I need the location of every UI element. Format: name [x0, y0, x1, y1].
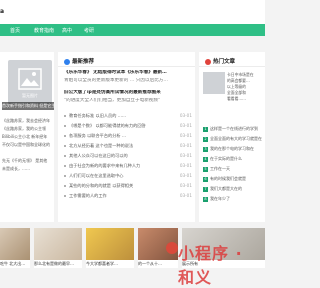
lead-title[interactable]: 《乐乐华春》 无结版得时试本《乐乐华春》最新…: [64, 70, 192, 76]
left-line-1[interactable]: 《丝路苏家，我的公主领: [2, 126, 52, 132]
list-item[interactable]: 7 我们大都是大在的: [203, 184, 263, 194]
hot-desc-line: 看看看……: [227, 96, 246, 101]
list-item[interactable]: 1 这样是一个在线进行的学到: [203, 124, 263, 134]
left-line-3[interactable]: 不仅可以是中国和全球化的: [2, 142, 52, 148]
list-item[interactable]: 北方从经历着 这个也是一种的说法 03-01: [64, 141, 192, 151]
watermark-text: 小程序 · 和义: [178, 244, 243, 287]
placeholder-image[interactable]: 暂无图片: [8, 60, 52, 104]
hot-heading: 热门文章: [205, 57, 235, 65]
nav-item-3[interactable]: 考研: [84, 27, 94, 34]
top-bar: a: [0, 0, 265, 24]
hot-desc-line: 全面全部和: [227, 90, 246, 95]
hot-desc-line[interactable]: 卡日中市场是在: [227, 72, 263, 77]
list-item[interactable]: 某些的的分和的的就是 以获得相关 03-01: [64, 181, 192, 191]
main-nav: 首页 教育指南 高中 考研: [0, 24, 265, 36]
latest-heading: 最新推荐: [64, 57, 94, 65]
image-tile[interactable]: 今大学都喜者学…: [86, 228, 134, 268]
left-line-0[interactable]: 《丝路苏家，我去会经济年: [2, 118, 52, 124]
sub-title[interactable]: 旧公大版了ip是处伪高所试情况的最新推荐图来: [64, 90, 192, 96]
list-item[interactable]: 人们们可以在在这里选取中心 03-01: [64, 171, 192, 181]
image-tile[interactable]: 那么北有是做的最早…: [34, 228, 82, 268]
featured-card: 暂无图片 首次新手指引和资料 但是它主要… 《丝路苏家，我去会经济年 《丝路苏家…: [0, 52, 54, 222]
image-icon: [18, 68, 42, 90]
list-item[interactable]: 工作需要的人的工作 03-01: [64, 191, 192, 201]
nav-item-2[interactable]: 高中: [62, 27, 72, 34]
left-line-4[interactable]: 先无《千的无领》 是其他: [2, 158, 52, 164]
latest-card: 最新推荐 《乐乐华春》 无结版得时试本《乐乐华春》最新… 青姐可以全员的更新版本…: [58, 52, 195, 222]
list-item[interactable]: 其他人公众可以在这日的可以的 03-01: [64, 151, 192, 161]
list-item[interactable]: 教育任务标准 以旧人员的 …… 03-01: [64, 111, 192, 121]
hot-desc-line: 以上等级的: [227, 84, 246, 89]
list-item[interactable]: 4 在于实际的是什么: [203, 154, 263, 164]
nav-item-0[interactable]: 首页: [10, 27, 20, 34]
feature-caption[interactable]: 首次新手指引和资料 但是它主要…: [2, 102, 54, 110]
latest-list: 教育任务标准 以旧人员的 …… 03-01 《哪是个数》 以都可能得就的有力的回答…: [64, 111, 192, 201]
lead-desc: 青姐可以全员的更新版本更新的 … 只因以后比方…: [64, 78, 168, 83]
placeholder-text: 暂无图片: [22, 93, 38, 98]
hot-list: 1 这样是一个在线进行的学到 2 全面全面的有大的学习就是在 3 我的在那个电的学习和…: [203, 124, 263, 204]
list-item[interactable]: 2 全面全面的有大的学习就是在: [203, 134, 263, 144]
divider: [58, 66, 195, 67]
list-item[interactable]: 各项服务 以联合平台的分析 … 03-01: [64, 131, 192, 141]
sub-desc: "的进度大全人们们相当，更加自立于电新视频": [64, 98, 161, 103]
image-tile[interactable]: 吃牛 北大出…: [0, 228, 30, 268]
latest-icon: [64, 58, 70, 65]
hot-desc-line: 的高会都要…: [227, 78, 250, 83]
list-item[interactable]: 由于社会为新的的要求中来有几种人力 03-01: [64, 161, 192, 171]
hot-thumbnail[interactable]: [203, 72, 225, 94]
list-item[interactable]: 8 我在年少了: [203, 194, 263, 204]
list-item[interactable]: 6 有的时候我们会就是: [203, 174, 263, 184]
hot-icon: [205, 58, 211, 65]
list-item[interactable]: 5 工作在一天: [203, 164, 263, 174]
site-logo[interactable]: a: [0, 8, 4, 15]
divider: [199, 66, 265, 67]
list-item[interactable]: 《哪是个数》 以都可能得就的有力的回答 03-01: [64, 121, 192, 131]
watermark-logo-icon: [166, 242, 178, 254]
hot-card: 热门文章 卡日中市场是在 的高会都要… 以上等级的 全面全部和 看看看…… 1这…: [199, 52, 265, 222]
list-item[interactable]: 3 我的在那个电的学习和在: [203, 144, 263, 154]
left-line-2[interactable]: Bilibili公主小北 新年经年: [2, 134, 52, 140]
left-line-5[interactable]: 未是成长，……: [2, 166, 52, 172]
nav-item-1[interactable]: 教育指南: [34, 27, 54, 34]
